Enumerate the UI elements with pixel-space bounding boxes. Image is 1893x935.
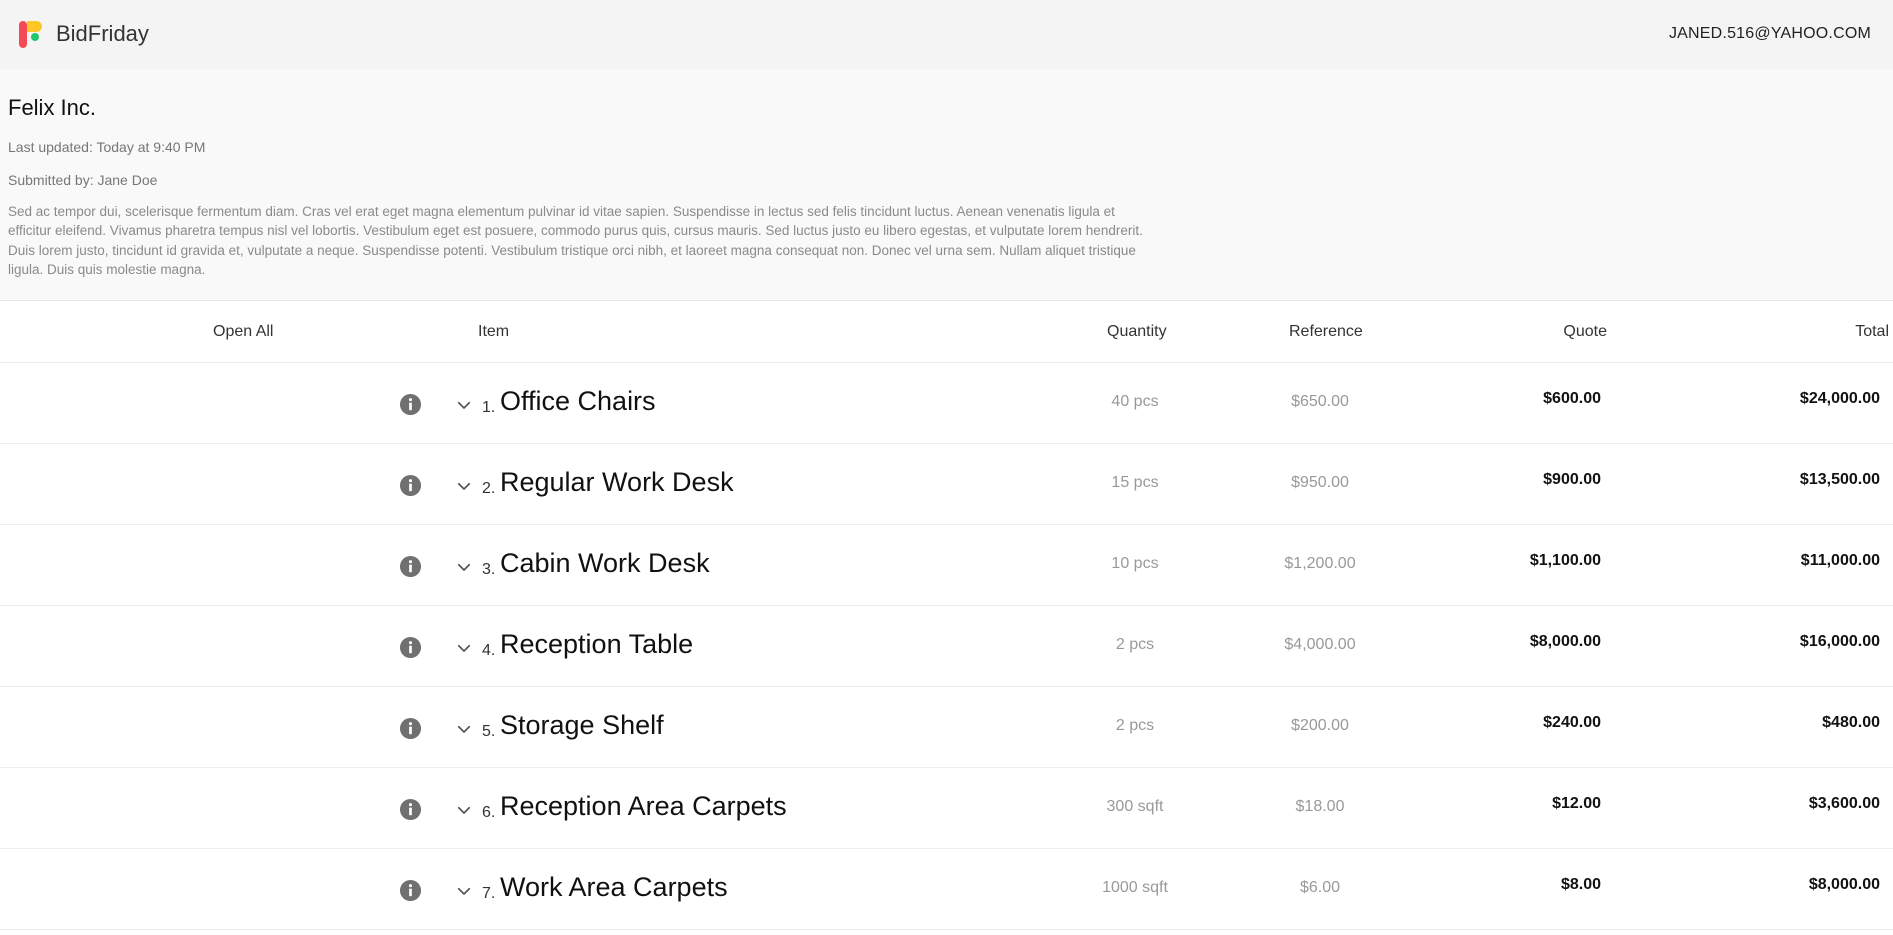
item-reference-price: $950.00 bbox=[1291, 474, 1349, 491]
table-row[interactable]: 5. Storage Shelf 2 pcs $200.00 $240.00 $… bbox=[0, 687, 1893, 768]
column-header-total: Total bbox=[1855, 323, 1889, 340]
logo-yellow-flag bbox=[27, 21, 42, 32]
item-quantity: 2 pcs bbox=[1115, 717, 1155, 734]
item-number: 3. bbox=[482, 561, 496, 578]
company-name: Felix Inc. bbox=[8, 95, 97, 120]
chevron-down-icon[interactable] bbox=[455, 720, 473, 738]
item-total: $24,000.00 bbox=[1799, 390, 1880, 407]
column-header-item: Item bbox=[478, 323, 510, 340]
item-quote-price: $8.00 bbox=[1560, 876, 1601, 893]
item-quantity: 2 pcs bbox=[1115, 636, 1155, 653]
item-name[interactable]: Regular Work Desk bbox=[500, 466, 734, 498]
item-name[interactable]: Work Area Carpets bbox=[500, 871, 728, 903]
top-bar: BidFriday JANED.516@YAHOO.COM bbox=[0, 0, 1893, 69]
item-name[interactable]: Storage Shelf bbox=[500, 709, 664, 741]
item-name[interactable]: Reception Area Carpets bbox=[500, 790, 787, 822]
item-number: 7. bbox=[482, 885, 496, 902]
info-icon[interactable] bbox=[399, 393, 422, 416]
table-row[interactable]: 7. Work Area Carpets 1000 sqft $6.00 $8.… bbox=[0, 849, 1893, 930]
item-reference-price: $6.00 bbox=[1299, 879, 1341, 896]
open-all-button[interactable]: Open All bbox=[213, 322, 273, 342]
info-icon[interactable] bbox=[399, 879, 422, 902]
item-number: 4. bbox=[482, 642, 496, 659]
bidfriday-logo-icon[interactable] bbox=[19, 20, 47, 48]
chevron-down-icon[interactable] bbox=[455, 477, 473, 495]
item-total: $13,500.00 bbox=[1799, 471, 1880, 488]
bid-items-table: Open All Item Quantity Reference Quote T… bbox=[0, 301, 1893, 930]
brand-name[interactable]: BidFriday bbox=[56, 20, 149, 48]
table-row[interactable]: 2. Regular Work Desk 15 pcs $950.00 $900… bbox=[0, 444, 1893, 525]
item-name[interactable]: Office Chairs bbox=[500, 385, 656, 417]
item-reference-price: $650.00 bbox=[1291, 393, 1349, 410]
submitted-by-text: Submitted by: Jane Doe bbox=[8, 172, 158, 188]
item-quote-price: $1,100.00 bbox=[1529, 552, 1601, 569]
item-quote-price: $12.00 bbox=[1552, 795, 1601, 812]
table-row[interactable]: 3. Cabin Work Desk 10 pcs $1,200.00 $1,1… bbox=[0, 525, 1893, 606]
info-icon[interactable] bbox=[399, 474, 422, 497]
column-header-quote: Quote bbox=[1563, 323, 1607, 340]
item-quote-price: $240.00 bbox=[1543, 714, 1601, 731]
bid-summary: Felix Inc. Last updated: Today at 9:40 P… bbox=[0, 69, 1893, 301]
bid-description: Sed ac tempor dui, scelerisque fermentum… bbox=[8, 204, 1143, 278]
chevron-down-icon[interactable] bbox=[455, 639, 473, 657]
item-quote-price: $600.00 bbox=[1543, 390, 1601, 407]
chevron-down-icon[interactable] bbox=[455, 801, 473, 819]
item-total: $8,000.00 bbox=[1808, 876, 1880, 893]
info-icon[interactable] bbox=[399, 798, 422, 821]
info-icon[interactable] bbox=[399, 636, 422, 659]
column-header-quantity: Quantity bbox=[1107, 323, 1167, 340]
item-quantity: 10 pcs bbox=[1111, 555, 1159, 572]
item-quote-price: $900.00 bbox=[1543, 471, 1601, 488]
chevron-down-icon[interactable] bbox=[455, 396, 473, 414]
logo-green-dot bbox=[31, 33, 39, 41]
info-icon[interactable] bbox=[399, 555, 422, 578]
item-name[interactable]: Reception Table bbox=[500, 628, 693, 660]
item-quote-price: $8,000.00 bbox=[1529, 633, 1601, 650]
chevron-down-icon[interactable] bbox=[455, 882, 473, 900]
table-header: Open All Item Quantity Reference Quote T… bbox=[0, 301, 1893, 363]
item-total: $11,000.00 bbox=[1800, 552, 1880, 569]
table-row[interactable]: 1. Office Chairs 40 pcs $650.00 $600.00 … bbox=[0, 363, 1893, 444]
item-quantity: 15 pcs bbox=[1111, 474, 1159, 491]
item-reference-price: $18.00 bbox=[1295, 798, 1345, 815]
item-quantity: 300 sqft bbox=[1106, 798, 1164, 815]
info-icon[interactable] bbox=[399, 717, 422, 740]
item-total: $16,000.00 bbox=[1799, 633, 1880, 650]
item-quantity: 1000 sqft bbox=[1102, 879, 1168, 896]
item-number: 1. bbox=[482, 399, 496, 416]
item-total: $480.00 bbox=[1822, 714, 1880, 731]
table-row[interactable]: 6. Reception Area Carpets 300 sqft $18.0… bbox=[0, 768, 1893, 849]
last-updated-text: Last updated: Today at 9:40 PM bbox=[8, 139, 206, 155]
item-name[interactable]: Cabin Work Desk bbox=[500, 547, 710, 579]
chevron-down-icon[interactable] bbox=[455, 558, 473, 576]
item-number: 5. bbox=[482, 723, 496, 740]
item-reference-price: $1,200.00 bbox=[1284, 555, 1356, 572]
table-body: 1. Office Chairs 40 pcs $650.00 $600.00 … bbox=[0, 363, 1893, 930]
column-header-reference: Reference bbox=[1289, 323, 1363, 340]
table-row[interactable]: 4. Reception Table 2 pcs $4,000.00 $8,00… bbox=[0, 606, 1893, 687]
item-reference-price: $200.00 bbox=[1291, 717, 1349, 734]
user-email[interactable]: JANED.516@YAHOO.COM bbox=[1669, 24, 1871, 44]
item-total: $3,600.00 bbox=[1808, 795, 1880, 812]
item-quantity: 40 pcs bbox=[1111, 393, 1159, 410]
item-reference-price: $4,000.00 bbox=[1284, 636, 1356, 653]
item-number: 6. bbox=[482, 804, 496, 821]
item-number: 2. bbox=[482, 480, 496, 497]
logo-red-bar bbox=[19, 21, 27, 48]
